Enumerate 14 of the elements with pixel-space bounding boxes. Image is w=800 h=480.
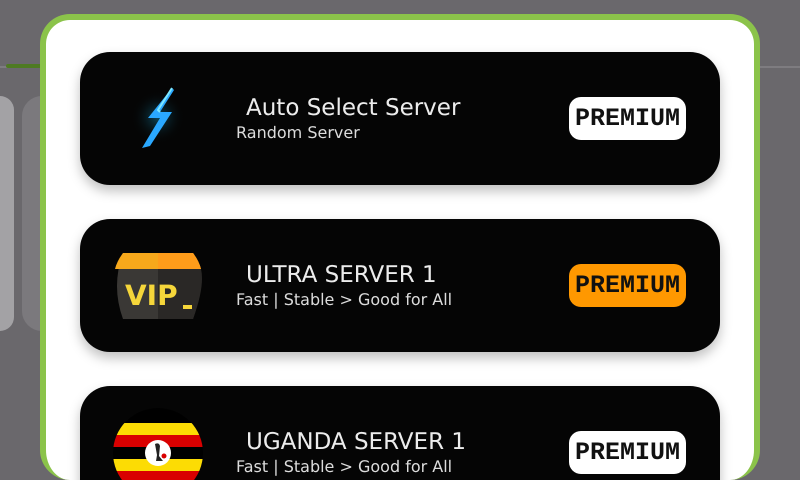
server-description: Fast | Stable > Good for All bbox=[236, 457, 454, 476]
server-card[interactable]: Auto Select Server Random Server PREMIUM bbox=[80, 52, 720, 185]
premium-badge: PREMIUM bbox=[568, 431, 686, 474]
server-card[interactable]: VIP ULTRA SERVER 1 Fast | Stable > Good for All PREMIUM bbox=[80, 219, 720, 352]
server-description: Random Server bbox=[236, 123, 361, 142]
server-description: Fast | Stable > Good for All bbox=[236, 290, 454, 309]
vip-text: VIP bbox=[125, 278, 178, 312]
server-name: UGANDA SERVER 1 bbox=[245, 429, 467, 455]
server-name: ULTRA SERVER 1 bbox=[245, 262, 438, 288]
premium-badge: PREMIUM bbox=[568, 97, 686, 140]
server-card[interactable]: UGANDA SERVER 1 Fast | Stable > Good for All PREMIUM bbox=[80, 386, 720, 480]
premium-badge: PREMIUM bbox=[568, 264, 686, 307]
vip-ticket-icon bbox=[115, 252, 202, 318]
server-name: Auto Select Server bbox=[245, 95, 462, 121]
